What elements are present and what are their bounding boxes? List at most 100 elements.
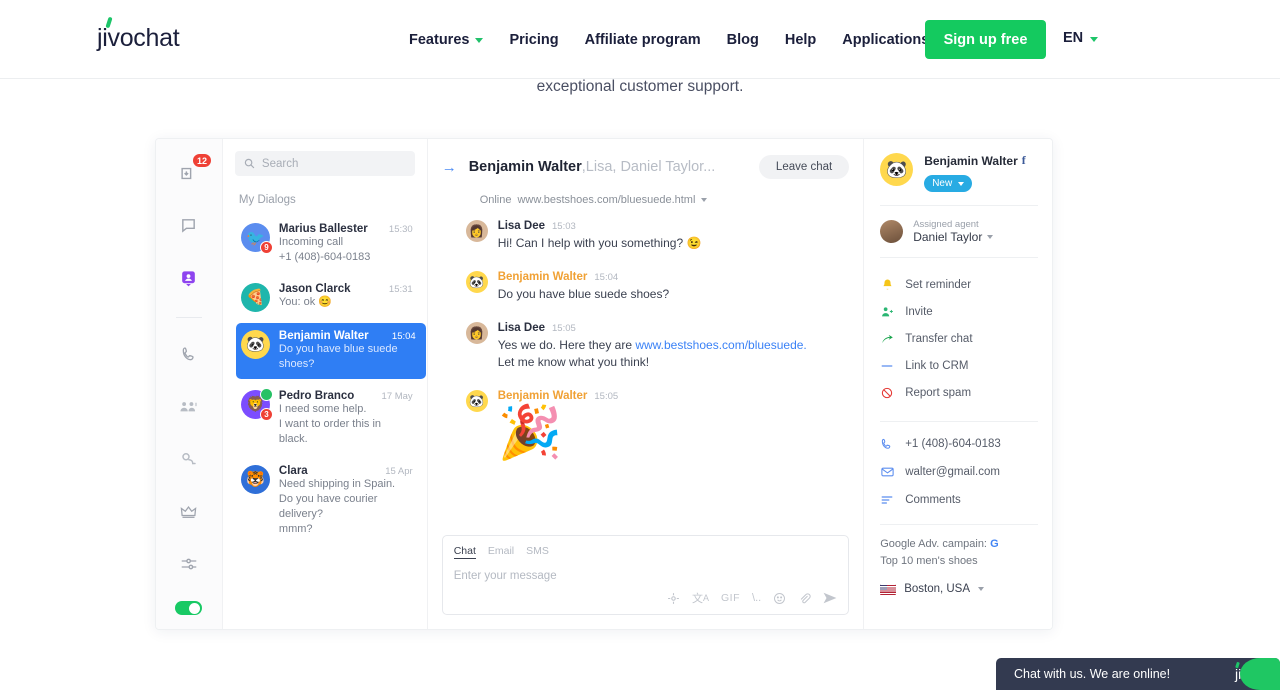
block-icon	[880, 387, 894, 399]
jivochat-logo[interactable]: jivochat	[97, 16, 180, 53]
status-badge-label: New	[932, 178, 953, 189]
list-item-selected[interactable]: 🐼 Benjamin Walter 15:04 Do you have blue…	[235, 322, 426, 379]
visitors-icon[interactable]	[172, 262, 206, 295]
message-body: Benjamin Walter 15:05 🎉	[498, 390, 850, 462]
assigned-agent-row[interactable]: Assigned agent Daniel Taylor	[880, 219, 1038, 244]
message-header: Lisa Dee 15:05	[498, 322, 850, 334]
tab-email[interactable]: Email	[488, 545, 514, 559]
language-selector[interactable]: EN	[1063, 30, 1099, 46]
contact-email[interactable]: walter@gmail.com	[880, 458, 1038, 486]
phone-icon	[880, 438, 894, 450]
visitor-url-text: www.bestshoes.com/bluesuede.html	[517, 194, 696, 206]
contact-comments-label: Comments	[905, 494, 961, 506]
message-input-placeholder[interactable]: Enter your message	[454, 570, 838, 582]
visitor-page-url[interactable]: Online www.bestshoes.com/bluesuede.html	[480, 194, 850, 206]
composer-toolbar: 文A GIF \..	[667, 590, 837, 606]
message-item: 🐼 Benjamin Walter 15:04 Do you have blue…	[465, 271, 850, 303]
list-item[interactable]: 🦁 3 Pedro Branco 17 May I need some help…	[225, 383, 423, 454]
action-link-to-crm[interactable]: Link to CRM	[880, 352, 1038, 379]
nav-item-applications[interactable]: Applications	[842, 32, 929, 48]
chevron-down-icon	[475, 38, 484, 43]
unread-badge: 9	[259, 241, 273, 254]
list-item[interactable]: 🐦 9 Marius Ballester 15:30 Incoming call…	[225, 216, 423, 272]
action-label: Report spam	[905, 386, 972, 399]
nav-item-pricing[interactable]: Pricing	[509, 32, 558, 48]
preview-line: Do you have courier delivery?	[278, 492, 378, 520]
settings-sliders-icon[interactable]	[172, 548, 206, 581]
nav-item-affiliate-program[interactable]: Affiliate program	[585, 32, 701, 48]
contact-phone[interactable]: +1 (408)-604-0183	[880, 430, 1038, 458]
avatar: 🍕	[240, 282, 270, 312]
message-text: Do you have blue suede shoes?	[497, 287, 670, 302]
avatar: 👩	[465, 322, 488, 345]
avatar-emoji: 🐼	[469, 275, 485, 290]
crown-icon[interactable]	[172, 495, 206, 528]
usa-flag-icon	[880, 583, 897, 595]
action-transfer-chat[interactable]: Transfer chat	[880, 325, 1038, 352]
list-item[interactable]: 🍕 Jason Clarck 15:31 You: ok 😊	[225, 276, 423, 319]
preview-line: I want to order this in black.	[278, 417, 382, 445]
message-link[interactable]: www.bestshoes.com/bluesuede.	[635, 338, 806, 352]
nav-item-help[interactable]: Help	[785, 32, 816, 48]
action-label: Transfer chat	[905, 332, 973, 345]
sign-up-free-button[interactable]: Sign up free	[925, 20, 1046, 59]
top-navigation-bar: jivochat Features Pricing Affiliate prog…	[0, 0, 1280, 79]
message-header: Benjamin Walter 15:04	[498, 271, 850, 283]
send-icon[interactable]	[823, 592, 837, 604]
timestamp: 15:05	[594, 391, 619, 403]
primary-nav-links: Features Pricing Affiliate program Blog …	[409, 0, 995, 79]
chevron-down-icon	[1090, 36, 1099, 42]
emoji-icon[interactable]	[773, 592, 786, 605]
agent-online-toggle[interactable]	[175, 600, 203, 615]
command-icon[interactable]: \..	[752, 592, 761, 604]
tab-sms[interactable]: SMS	[526, 545, 549, 559]
avatar-emoji: 🐼	[886, 159, 908, 179]
leave-chat-button[interactable]: Leave chat	[758, 155, 850, 179]
inbox-icon[interactable]: 12	[172, 153, 212, 190]
logo-text: jivochat	[97, 24, 180, 52]
translate-icon[interactable]: 文A	[692, 590, 709, 606]
comments-lines-icon	[880, 495, 894, 505]
avatar: 🐼	[465, 271, 488, 294]
list-item-header: Marius Ballester 15:30	[279, 223, 413, 235]
chevron-down-icon	[701, 198, 708, 202]
status-badge[interactable]: New	[924, 175, 973, 192]
action-label: Invite	[905, 305, 933, 318]
action-invite[interactable]: Invite	[880, 298, 1038, 325]
action-set-reminder[interactable]: Set reminder	[880, 271, 1038, 298]
campaign-label: Google Adv. campain:	[880, 538, 987, 550]
tab-chat[interactable]: Chat	[453, 545, 476, 559]
chat-bubble-icon[interactable]	[172, 210, 206, 243]
chevron-down-icon	[978, 587, 985, 591]
assigned-agent-name-row: Daniel Taylor	[913, 230, 994, 244]
bell-icon	[880, 279, 894, 291]
team-icon[interactable]	[172, 390, 206, 423]
divider	[880, 205, 1038, 206]
timestamp: 15:04	[391, 330, 416, 342]
nav-item-blog[interactable]: Blog	[727, 32, 759, 48]
message-text-second-line: Let me know what you think!	[497, 355, 650, 370]
forward-arrow-icon[interactable]: →	[442, 159, 457, 176]
gif-icon[interactable]: GIF	[721, 592, 740, 604]
conversation-panel: → Benjamin Walter ,Lisa, Daniel Taylor..…	[428, 139, 865, 629]
contact-comments[interactable]: Comments	[880, 486, 1038, 514]
action-report-spam[interactable]: Report spam	[880, 379, 1038, 406]
message-header: Lisa Dee 15:03	[498, 220, 850, 232]
crosshair-icon[interactable]	[667, 592, 680, 605]
analytics-icon[interactable]	[172, 443, 206, 476]
nav-item-features-label: Features	[409, 31, 470, 48]
facebook-icon: f	[1021, 153, 1026, 167]
visitor-location[interactable]: Boston, USA	[880, 583, 1038, 595]
chat-widget-bar[interactable]: Chat with us. We are online! jivo	[996, 658, 1280, 690]
list-item[interactable]: 🐯 Clara 15 Apr Need shipping in Spain. D…	[225, 458, 423, 544]
search-input[interactable]: Search	[234, 151, 415, 176]
avatar-emoji: 👩	[469, 224, 485, 238]
contact-header-text: Benjamin Walter f New	[924, 153, 1026, 192]
nav-item-features[interactable]: Features	[409, 31, 484, 48]
attachment-icon[interactable]	[798, 592, 811, 605]
transfer-arrow-icon	[880, 333, 894, 345]
avatar-emoji: 🍕	[246, 289, 265, 307]
phone-icon[interactable]	[172, 338, 206, 371]
link-icon	[880, 362, 894, 370]
campaign-label-row: Google Adv. campain: G	[880, 536, 1038, 553]
